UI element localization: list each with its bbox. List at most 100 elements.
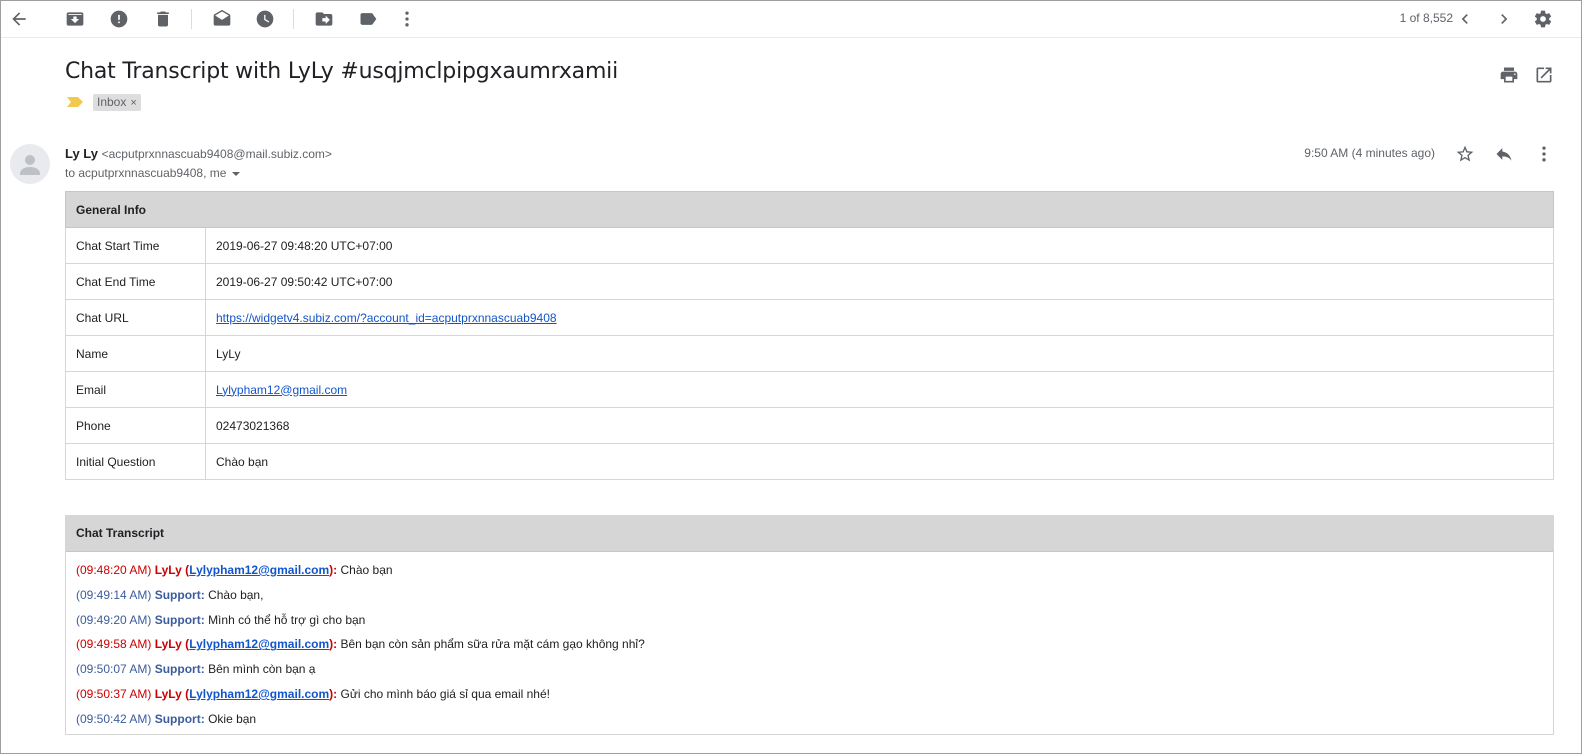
info-row: Initial Question Chào bạn	[65, 443, 1554, 480]
move-to-icon[interactable]	[310, 5, 338, 33]
message-author-name: Support	[154, 711, 201, 726]
info-value-cell: 02473021368	[205, 407, 1554, 444]
info-row: Chat End Time 2019-06-27 09:50:42 UTC+07:…	[65, 263, 1554, 300]
info-value-link[interactable]: https://widgetv4.subiz.com/?account_id=a…	[216, 311, 557, 325]
chat-transcript-header: Chat Transcript	[66, 516, 1553, 552]
message-text: Bên mình còn bạn ạ	[208, 662, 316, 677]
message-time: (09:49:58 AM)	[76, 637, 152, 652]
sender-avatar[interactable]	[10, 144, 50, 184]
info-value-cell: https://widgetv4.subiz.com/?account_id=a…	[205, 299, 1554, 336]
info-value-cell: LyLy	[205, 335, 1554, 372]
message-author: LyLy (Lylypham12@gmail.com):	[154, 637, 338, 652]
general-info-body: Chat Start Time 2019-06-27 09:48:20 UTC+0…	[65, 227, 1554, 480]
info-value: LyLy	[216, 346, 241, 361]
info-row: Name LyLy	[65, 335, 1554, 372]
info-value-link[interactable]: Lylypham12@gmail.com	[216, 383, 347, 397]
received-time: 9:50 AM (4 minutes ago)	[1304, 146, 1435, 160]
info-value: Chào bạn	[216, 454, 269, 469]
chat-message: (09:50:42 AM) Support: Okie bạn	[66, 707, 1553, 732]
info-value-cell: Lylypham12@gmail.com	[205, 371, 1554, 408]
back-arrow-icon[interactable]	[5, 5, 33, 33]
reply-icon[interactable]	[1493, 143, 1515, 165]
message-author-name: Support	[154, 587, 201, 602]
more-vert-icon[interactable]	[393, 5, 421, 33]
message-author-email-link[interactable]: Lylypham12@gmail.com	[189, 687, 329, 701]
inbox-label-text: Inbox	[97, 95, 127, 109]
chevron-right-icon[interactable]	[1490, 5, 1518, 33]
message-author: LyLy (Lylypham12@gmail.com):	[154, 563, 338, 577]
chat-message: (09:50:07 AM) Support: Bên mình còn bạn …	[66, 657, 1553, 682]
print-icon[interactable]	[1498, 64, 1520, 86]
archive-icon[interactable]	[61, 5, 89, 33]
message-time: (09:49:20 AM)	[76, 612, 152, 627]
info-row: Email Lylypham12@gmail.com	[65, 371, 1554, 408]
chevron-left-icon[interactable]	[1451, 5, 1479, 33]
report-spam-icon[interactable]	[105, 5, 133, 33]
general-info-header: General Info	[65, 191, 1554, 228]
message-text: Okie bạn	[208, 711, 257, 726]
sender-line: Ly Ly <acputprxnnascuab9408@mail.subiz.c…	[65, 146, 332, 161]
recipients-text: to acputprxnnascuab9408, me	[65, 166, 227, 180]
message-time: (09:50:37 AM)	[76, 686, 152, 701]
info-key: Chat URL	[65, 299, 206, 336]
chat-message: (09:50:37 AM) LyLy (Lylypham12@gmail.com…	[66, 682, 1553, 707]
message-author-name: LyLy	[154, 563, 182, 577]
info-key: Chat End Time	[65, 263, 206, 300]
default-avatar-icon	[20, 155, 40, 175]
message-author: LyLy (Lylypham12@gmail.com):	[154, 686, 338, 701]
remove-label-icon[interactable]: ×	[130, 97, 136, 109]
toolbar-separator	[293, 9, 294, 29]
info-key: Name	[65, 335, 206, 372]
snooze-icon[interactable]	[251, 5, 279, 33]
message-time: (09:49:14 AM)	[76, 587, 152, 602]
message-time: (09:48:20 AM)	[76, 563, 152, 577]
message-text: Chào bạn	[340, 563, 393, 577]
chat-message: (09:49:14 AM) Support: Chào bạn,	[66, 583, 1553, 608]
message-author-name: LyLy	[154, 686, 182, 701]
message-author: Support:	[154, 612, 205, 627]
info-value: 2019-06-27 09:50:42 UTC+07:00	[216, 274, 393, 289]
info-value-cell: 2019-06-27 09:50:42 UTC+07:00	[205, 263, 1554, 300]
delete-icon[interactable]	[149, 5, 177, 33]
info-row: Phone 02473021368	[65, 407, 1554, 444]
message-author-name: LyLy	[154, 637, 182, 652]
message-text: Mình có thể hỗ trợ gì cho bạn	[208, 612, 366, 627]
chat-message: (09:49:20 AM) Support: Mình có thể hỗ tr…	[66, 608, 1553, 633]
settings-gear-icon[interactable]	[1529, 5, 1557, 33]
show-details-caret-icon[interactable]	[232, 171, 241, 176]
message-time: (09:50:42 AM)	[76, 711, 152, 726]
sender-email: <acputprxnnascuab9408@mail.subiz.com>	[101, 147, 332, 161]
message-time: (09:50:07 AM)	[76, 662, 152, 677]
info-key: Email	[65, 371, 206, 408]
chat-message: (09:49:58 AM) LyLy (Lylypham12@gmail.com…	[66, 632, 1553, 657]
info-key: Initial Question	[65, 443, 206, 480]
chat-messages: (09:48:20 AM) LyLy (Lylypham12@gmail.com…	[66, 552, 1553, 732]
message-text: Chào bạn,	[208, 587, 264, 602]
sender-name[interactable]: Ly Ly	[65, 146, 98, 161]
message-author-name: Support	[154, 662, 201, 677]
info-value: 2019-06-27 09:48:20 UTC+07:00	[216, 238, 393, 253]
message-author: Support:	[154, 711, 205, 726]
recipients: to acputprxnnascuab9408, me	[65, 166, 241, 180]
mark-unread-icon[interactable]	[208, 5, 236, 33]
general-info-table: General Info Chat Start Time 2019-06-27 0…	[65, 191, 1554, 480]
chat-message: (09:48:20 AM) LyLy (Lylypham12@gmail.com…	[66, 558, 1553, 583]
info-value-cell: Chào bạn	[205, 443, 1554, 480]
info-key: Phone	[65, 407, 206, 444]
toolbar-separator	[191, 9, 192, 29]
chat-transcript: Chat Transcript (09:48:20 AM) LyLy (Lyly…	[65, 515, 1554, 735]
more-vert-icon[interactable]	[1533, 143, 1555, 165]
message-author: Support:	[154, 662, 205, 677]
message-author-email-link[interactable]: Lylypham12@gmail.com	[189, 637, 329, 651]
label-icon[interactable]	[354, 5, 382, 33]
open-in-new-window-icon[interactable]	[1533, 64, 1555, 86]
message-text: Gửi cho mình báo giá sỉ qua email nhé!	[340, 686, 550, 701]
message-author-email-link[interactable]: Lylypham12@gmail.com	[189, 563, 329, 577]
info-row: Chat URL https://widgetv4.subiz.com/?acco…	[65, 299, 1554, 336]
info-key: Chat Start Time	[65, 227, 206, 264]
message-author-name: Support	[154, 612, 201, 627]
message-author: Support:	[154, 587, 205, 602]
general-info-header-row: General Info	[65, 191, 1554, 228]
star-icon[interactable]	[1454, 143, 1476, 165]
importance-marker-icon[interactable]	[67, 97, 83, 107]
